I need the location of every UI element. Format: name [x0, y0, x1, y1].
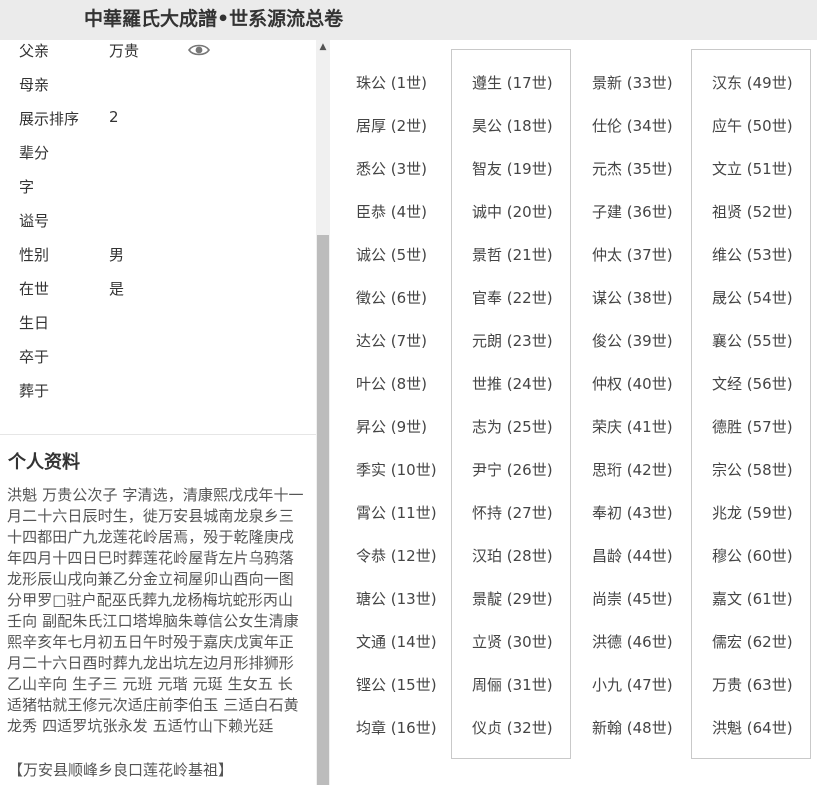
generation-link[interactable]: 诚中 (20世) [472, 201, 553, 222]
field-label: 字 [19, 178, 35, 196]
field-label: 展示排序 [19, 110, 80, 128]
generation-link[interactable]: 穆公 (60世) [712, 545, 793, 566]
column-frame-4 [691, 49, 811, 759]
generation-link[interactable]: 立贤 (30世) [472, 631, 553, 652]
generation-link[interactable]: 洪德 (46世) [592, 631, 673, 652]
generation-link[interactable]: 景新 (33世) [592, 72, 673, 93]
page-title: 中華羅氏大成譜•世系源流总卷 [84, 8, 344, 30]
generation-link[interactable]: 应午 (50世) [712, 115, 793, 136]
field-label: 辈分 [19, 144, 50, 162]
generation-link[interactable]: 洪魁 (64世) [712, 717, 793, 738]
generation-link[interactable]: 均章 (16世) [356, 717, 437, 738]
generation-link[interactable]: 谋公 (38世) [592, 287, 673, 308]
column-frame-2 [451, 49, 571, 759]
generation-link[interactable]: 元杰 (35世) [592, 158, 673, 179]
eye-icon[interactable] [188, 42, 210, 58]
generation-link[interactable]: 珠公 (1世) [356, 72, 427, 93]
generation-link[interactable]: 万贵 (63世) [712, 674, 793, 695]
field-value: 万贵 [109, 42, 140, 60]
generation-link[interactable]: 尚崇 (45世) [592, 588, 673, 609]
field-label: 生日 [19, 314, 50, 332]
generation-link[interactable]: 汉珀 (28世) [472, 545, 553, 566]
generation-link[interactable]: 文经 (56世) [712, 373, 793, 394]
generation-link[interactable]: 居厚 (2世) [356, 115, 427, 136]
generation-link[interactable]: 周俪 (31世) [472, 674, 553, 695]
field-value: 是 [109, 280, 125, 298]
generation-link[interactable]: 宗公 (58世) [712, 459, 793, 480]
field-label: 在世 [19, 280, 50, 298]
scroll-thumb[interactable] [317, 235, 329, 785]
generation-link[interactable]: 智友 (19世) [472, 158, 553, 179]
generation-link[interactable]: 令恭 (12世) [356, 545, 437, 566]
generation-link[interactable]: 仕伦 (34世) [592, 115, 673, 136]
field-label: 卒于 [19, 348, 50, 366]
generation-link[interactable]: 小九 (47世) [592, 674, 673, 695]
generation-link[interactable]: 诚公 (5世) [356, 244, 427, 265]
generation-link[interactable]: 奉初 (43世) [592, 502, 673, 523]
generation-link[interactable]: 新翰 (48世) [592, 717, 673, 738]
generation-link[interactable]: 元朗 (23世) [472, 330, 553, 351]
generation-link[interactable]: 臣恭 (4世) [356, 201, 427, 222]
field-label: 葬于 [19, 382, 50, 400]
generation-link[interactable]: 晟公 (54世) [712, 287, 793, 308]
generation-link[interactable]: 景哲 (21世) [472, 244, 553, 265]
generation-link[interactable]: 荣庆 (41世) [592, 416, 673, 437]
generation-link[interactable]: 霄公 (11世) [356, 502, 437, 523]
field-label: 谥号 [19, 212, 50, 230]
generation-link[interactable]: 达公 (7世) [356, 330, 427, 351]
generation-link[interactable]: 襄公 (55世) [712, 330, 793, 351]
generation-link[interactable]: 文立 (51世) [712, 158, 793, 179]
generation-link[interactable]: 季实 (10世) [356, 459, 437, 480]
section-divider [0, 434, 316, 435]
field-label: 性别 [19, 246, 50, 264]
generation-link[interactable]: 志为 (25世) [472, 416, 553, 437]
generation-link[interactable]: 瑭公 (13世) [356, 588, 437, 609]
generation-link[interactable]: 徵公 (6世) [356, 287, 427, 308]
generation-link[interactable]: 昇公 (9世) [356, 416, 427, 437]
generation-link[interactable]: 维公 (53世) [712, 244, 793, 265]
generation-link[interactable]: 俊公 (39世) [592, 330, 673, 351]
generation-link[interactable]: 景靛 (29世) [472, 588, 553, 609]
profile-grave: 【万安县顺峰乡良口莲花岭基祖】 [8, 761, 234, 779]
generation-link[interactable]: 尹宁 (26世) [472, 459, 553, 480]
generation-link[interactable]: 汉东 (49世) [712, 72, 793, 93]
generation-link[interactable]: 子建 (36世) [592, 201, 673, 222]
person-detail-panel: 父亲 万贵母亲展示排序 2 辈分字谥号性别 男在世 是生日卒于葬于 个人资料 洪魁 万贵公… [0, 40, 316, 785]
profile-heading: 个人资料 [8, 452, 80, 473]
field-label: 父亲 [19, 42, 50, 60]
generation-link[interactable]: 儒宏 (62世) [712, 631, 793, 652]
generation-link[interactable]: 昌龄 (44世) [592, 545, 673, 566]
left-panel-scrollbar[interactable]: ▲ [316, 40, 330, 785]
generation-link[interactable]: 嘉文 (61世) [712, 588, 793, 609]
field-value: 2 [109, 108, 119, 126]
generation-link[interactable]: 思珩 (42世) [592, 459, 673, 480]
generation-link[interactable]: 德胜 (57世) [712, 416, 793, 437]
scroll-up-icon[interactable]: ▲ [318, 42, 328, 52]
generation-link[interactable]: 祖贤 (52世) [712, 201, 793, 222]
generation-link[interactable]: 仪贞 (32世) [472, 717, 553, 738]
profile-text: 洪魁 万贵公次子 字清选，清康熙戊戌年十一月二十六日辰时生，徙万安县城南龙泉乡三… [7, 486, 304, 735]
generation-link[interactable]: 怀持 (27世) [472, 502, 553, 523]
generation-link[interactable]: 叶公 (8世) [356, 373, 427, 394]
generation-link[interactable]: 悉公 (3世) [356, 158, 427, 179]
generation-link[interactable]: 仲太 (37世) [592, 244, 673, 265]
generation-link[interactable]: 文通 (14世) [356, 631, 437, 652]
generation-link[interactable]: 昊公 (18世) [472, 115, 553, 136]
app-header: 中華羅氏大成譜•世系源流总卷 [0, 0, 817, 40]
generation-link[interactable]: 兆龙 (59世) [712, 502, 793, 523]
generation-link[interactable]: 遵生 (17世) [472, 72, 553, 93]
generation-lineage-panel: 珠公 (1世) 居厚 (2世) 悉公 (3世) 臣恭 (4世) 诚公 (5世) 徵公 (6… [330, 40, 817, 785]
generation-link[interactable]: 官奉 (22世) [472, 287, 553, 308]
generation-link[interactable]: 世推 (24世) [472, 373, 553, 394]
field-value: 男 [109, 246, 125, 264]
generation-link[interactable]: 铿公 (15世) [356, 674, 437, 695]
generation-link[interactable]: 仲权 (40世) [592, 373, 673, 394]
field-label: 母亲 [19, 76, 50, 94]
